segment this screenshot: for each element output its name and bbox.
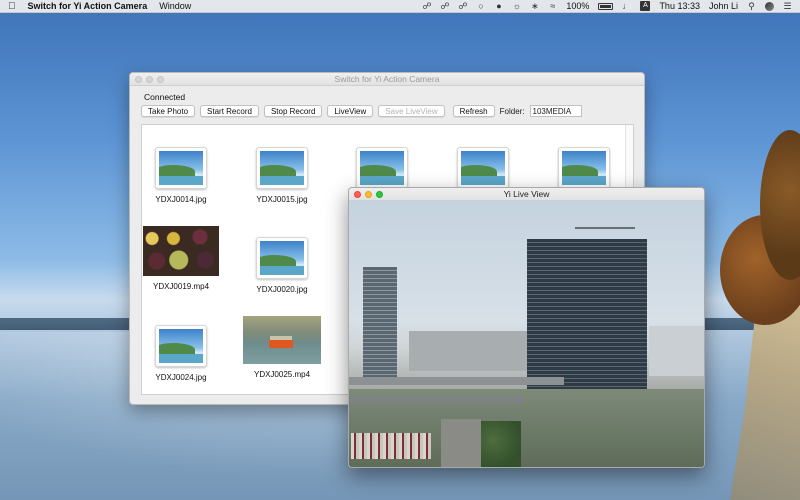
feed-building [363, 267, 397, 379]
file-item[interactable]: YDXJ0015.jpg [242, 147, 322, 204]
folder-field[interactable]: 103MEDIA [529, 105, 582, 117]
window-title: Switch for Yi Action Camera [334, 74, 440, 84]
image-file-icon [256, 237, 308, 279]
image-file-icon [155, 325, 207, 367]
image-file-icon [558, 147, 610, 189]
file-item[interactable]: YDXJ0014.jpg [142, 147, 221, 204]
status-icon[interactable]: ☍ [440, 1, 449, 12]
live-view-window: Yi Live View [348, 187, 705, 468]
main-window-titlebar[interactable]: Switch for Yi Action Camera [130, 73, 644, 86]
feed-overpass [349, 377, 564, 385]
file-item[interactable]: YDXJ0019.mp4 [142, 226, 221, 291]
feed-overpass [349, 397, 524, 403]
status-icon[interactable]: ○ [476, 1, 485, 11]
file-item[interactable]: YDXJ0024.jpg [142, 325, 221, 382]
minimize-button[interactable] [365, 191, 372, 198]
file-item[interactable]: YDXJ0020.jpg [242, 237, 322, 294]
feed-parking-lot [351, 433, 431, 459]
feed-road [441, 419, 481, 467]
window-controls [135, 76, 164, 83]
battery-percent[interactable]: 100% [566, 1, 589, 11]
bluetooth-icon[interactable]: ∗ [530, 1, 539, 12]
minimize-button[interactable] [146, 76, 153, 83]
status-icon[interactable]: ☍ [422, 1, 431, 12]
input-source-icon[interactable]: A [640, 1, 651, 11]
feed-building [649, 326, 704, 376]
file-name: YDXJ0019.mp4 [152, 282, 210, 291]
stop-record-button[interactable]: Stop Record [263, 105, 323, 117]
wifi-icon[interactable]: ≈ [548, 1, 557, 11]
take-photo-button[interactable]: Take Photo [141, 105, 196, 117]
image-file-icon [356, 147, 408, 189]
feed-crane [575, 227, 635, 229]
apple-icon[interactable]:  [8, 1, 16, 12]
close-button[interactable] [135, 76, 142, 83]
live-camera-feed [349, 201, 704, 467]
refresh-button[interactable]: Refresh [452, 105, 495, 117]
feed-trees [481, 421, 521, 467]
zoom-button[interactable] [376, 191, 383, 198]
zoom-button[interactable] [157, 76, 164, 83]
file-name: YDXJ0015.jpg [256, 195, 308, 204]
start-record-button[interactable]: Start Record [200, 105, 259, 117]
connection-status: Connected [144, 92, 186, 102]
live-view-button[interactable]: LiveView [327, 105, 374, 117]
image-file-icon [457, 147, 509, 189]
status-icon[interactable]: ● [494, 1, 503, 11]
close-button[interactable] [354, 191, 361, 198]
battery-icon[interactable] [598, 2, 614, 10]
live-view-titlebar[interactable]: Yi Live View [349, 188, 704, 201]
file-name: YDXJ0024.jpg [155, 373, 207, 382]
window-controls [354, 191, 383, 198]
file-item[interactable]: YDXJ0025.mp4 [242, 316, 322, 379]
window-title: Yi Live View [503, 189, 550, 199]
siri-icon[interactable] [765, 1, 774, 11]
feed-building [409, 331, 529, 371]
video-thumbnail [243, 316, 321, 364]
file-name: YDXJ0025.mp4 [253, 370, 311, 379]
menu-bar:  Switch for Yi Action Camera Window ☍ ☍… [0, 0, 800, 13]
image-file-icon [155, 147, 207, 189]
video-thumbnail [143, 226, 219, 276]
status-icon[interactable]: ☼ [512, 1, 521, 11]
volume-icon[interactable]: ♩ [622, 1, 631, 11]
status-icon[interactable]: ☍ [458, 1, 467, 12]
file-name: YDXJ0020.jpg [256, 285, 308, 294]
menu-extras: ☍ ☍ ☍ ○ ● ☼ ∗ ≈ 100% ♩ A Thu 13:33 John … [422, 1, 792, 12]
save-live-view-button: Save LiveView [378, 105, 445, 117]
folder-label: Folder: [499, 106, 525, 116]
file-name: YDXJ0014.jpg [155, 195, 207, 204]
menu-window[interactable]: Window [159, 1, 191, 11]
clock[interactable]: Thu 13:33 [659, 1, 700, 11]
menu-app-name[interactable]: Switch for Yi Action Camera [28, 1, 148, 11]
user-name[interactable]: John Li [709, 1, 738, 11]
notification-center-icon[interactable]: ☰ [783, 1, 792, 12]
toolbar: Take Photo Start Record Stop Record Live… [141, 105, 582, 117]
image-file-icon [256, 147, 308, 189]
spotlight-icon[interactable]: ⚲ [747, 1, 756, 12]
